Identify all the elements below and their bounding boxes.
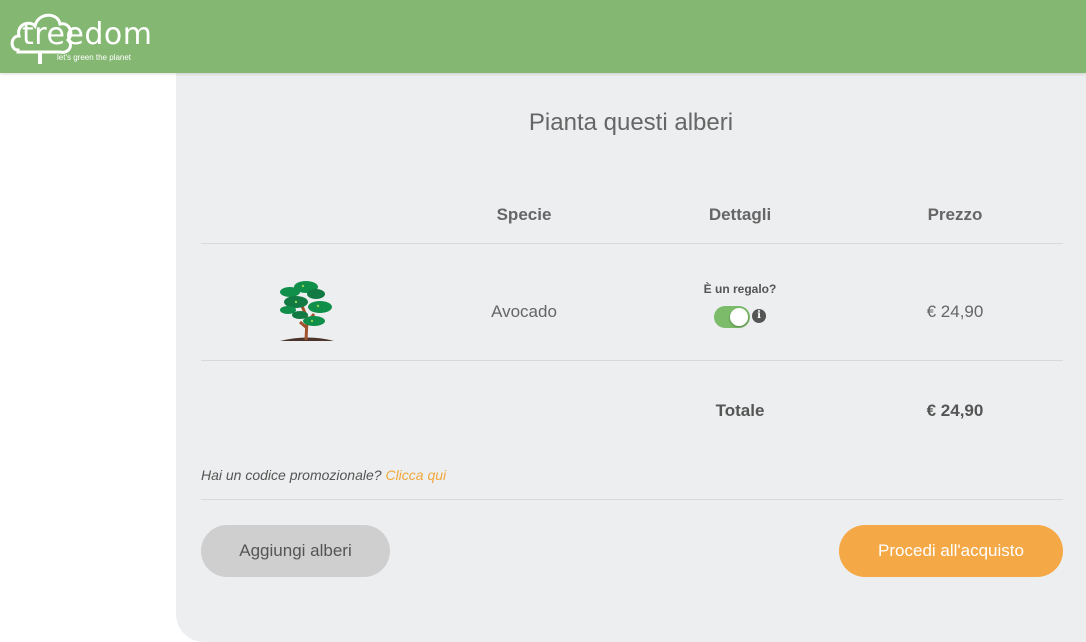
promo-code-prompt: Hai un codice promozionale? Clicca qui bbox=[201, 467, 446, 483]
add-trees-button[interactable]: Aggiungi alberi bbox=[201, 525, 390, 577]
gift-question-label: È un regalo? bbox=[703, 282, 777, 296]
treedom-logo[interactable]: treedom let's green the planet bbox=[10, 6, 155, 66]
tree-icon bbox=[280, 281, 334, 341]
item-species: Avocado bbox=[491, 302, 557, 321]
logo-tagline: let's green the planet bbox=[57, 53, 132, 62]
toggle-knob bbox=[730, 308, 748, 326]
total-value: € 24,90 bbox=[926, 401, 984, 420]
total-label: Totale bbox=[715, 401, 765, 420]
table-divider bbox=[201, 243, 1063, 244]
promo-link[interactable]: Clicca qui bbox=[385, 467, 446, 483]
promo-text: Hai un codice promozionale? bbox=[201, 467, 382, 483]
page-title: Pianta questi alberi bbox=[528, 109, 734, 136]
column-header-price: Prezzo bbox=[927, 205, 983, 224]
logo-wordmark: treedom bbox=[22, 17, 153, 52]
footer-divider bbox=[201, 499, 1063, 500]
cart-panel: Pianta questi alberi Specie Dettagli Pre… bbox=[176, 73, 1086, 642]
column-header-details: Dettagli bbox=[708, 205, 772, 224]
column-header-species: Specie bbox=[496, 205, 552, 224]
item-price: € 24,90 bbox=[926, 302, 984, 321]
table-divider bbox=[201, 360, 1063, 361]
gift-toggle[interactable] bbox=[714, 306, 750, 328]
info-icon[interactable]: i bbox=[752, 309, 766, 323]
checkout-button[interactable]: Procedi all'acquisto bbox=[839, 525, 1063, 577]
site-header: treedom let's green the planet bbox=[0, 0, 1086, 73]
